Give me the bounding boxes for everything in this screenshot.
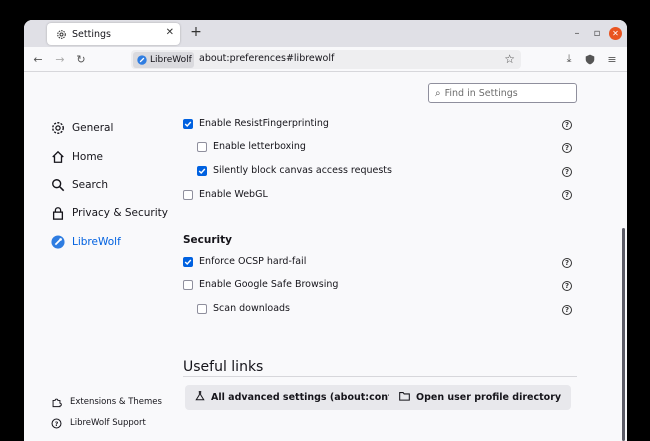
search-placeholder: Find in Settings [444,87,518,99]
checkbox-label: Enable WebGL [199,189,268,200]
checkbox-label: Enable letterboxing [213,141,306,152]
url-bar[interactable]: LibreWolf about:preferences#librewolf ☆ [131,50,521,69]
sidebar-item-label: Privacy & Security [72,207,168,219]
checkbox-label: Scan downloads [213,303,291,314]
folder-icon [399,391,410,404]
identity-badge[interactable]: LibreWolf [133,51,194,68]
sidebar-footer-label: Extensions & Themes [70,397,162,407]
checkbox-webgl[interactable] [183,189,193,200]
forward-icon[interactable]: → [52,51,68,67]
reload-icon[interactable]: ↻ [73,51,89,67]
checkbox-label: Enable Google Safe Browsing [199,279,339,290]
help-icon[interactable]: ? [562,143,572,153]
help-icon[interactable]: ? [562,190,572,200]
checkbox-row[interactable]: Enable ResistFingerprinting [183,118,329,129]
nav-bar: ← → ↻ LibreWolf about:preferences#librew… [24,47,627,72]
sidebar-footer-extensions[interactable]: Extensions & Themes [50,396,162,408]
sidebar-item-label: General [72,122,114,134]
librewolf-logo-icon [50,234,66,250]
tab-label: Settings [72,28,111,40]
section-heading-useful-links: Useful links [183,359,264,375]
menu-icon[interactable]: ≡ [604,51,620,67]
url-text[interactable]: about:preferences#librewolf [199,53,334,64]
sidebar-item-home[interactable]: Home [50,149,103,165]
checkbox-ocsp[interactable] [183,256,193,267]
help-icon[interactable]: ? [562,281,572,291]
flask-icon [195,391,205,404]
checkbox-label: Enforce OCSP hard-fail [199,256,307,267]
sidebar-item-librewolf[interactable]: LibreWolf [50,234,121,250]
librewolf-logo-icon [137,54,147,65]
checkbox-row[interactable]: Enforce OCSP hard-fail [183,256,306,267]
help-icon[interactable]: ? [562,305,572,315]
home-icon [50,149,66,165]
help-icon[interactable]: ? [562,120,572,130]
checkbox-resist-fingerprinting[interactable] [183,118,193,129]
gear-icon [50,120,66,136]
checkbox-row[interactable]: Enable Google Safe Browsing [183,279,338,290]
search-input[interactable]: ⌕ Find in Settings [428,83,577,103]
gear-icon [55,28,67,40]
help-icon[interactable]: ? [562,167,572,177]
bookmark-star-icon[interactable]: ☆ [504,52,515,66]
window-close-icon[interactable]: ✕ [609,27,622,40]
divider [183,376,577,377]
button-label: All advanced settings (about:config) [211,392,407,403]
puzzle-icon [50,396,62,408]
checkbox-row[interactable]: Scan downloads [197,303,290,314]
button-label: Open user profile directory [416,392,562,403]
checkbox-row[interactable]: Enable WebGL [183,189,268,200]
back-icon[interactable]: ← [30,51,46,67]
new-tab-icon[interactable]: + [188,24,204,40]
help-icon: ? [50,417,62,429]
sidebar-item-privacy[interactable]: Privacy & Security [50,205,168,221]
about-config-button[interactable]: All advanced settings (about:config) [185,385,417,410]
sidebar-item-search[interactable]: Search [50,177,108,193]
lock-icon [50,205,66,221]
search-icon: ⌕ [435,87,441,99]
shield-icon[interactable] [582,51,598,67]
sidebar-item-label: LibreWolf [72,236,121,248]
checkbox-row[interactable]: Enable letterboxing [197,141,306,152]
section-heading-security: Security [183,234,233,246]
checkbox-letterboxing[interactable] [197,141,207,152]
scrollbar[interactable] [622,228,625,441]
sidebar-item-general[interactable]: General [50,120,113,136]
checkbox-row[interactable]: Silently block canvas access requests [197,165,392,176]
open-profile-button[interactable]: Open user profile directory [389,385,572,410]
search-icon [50,177,66,193]
checkbox-block-canvas[interactable] [197,165,207,176]
identity-label: LibreWolf [150,54,192,65]
maximize-icon[interactable]: ▫ [590,26,604,40]
sidebar-footer-label: LibreWolf Support [70,418,146,428]
sidebar-item-label: Home [72,151,104,163]
minimize-icon[interactable]: – [570,26,584,40]
help-icon[interactable]: ? [562,258,572,268]
tab-bar: Settings ✕ + – ▫ ✕ [24,20,627,47]
checkbox-scan-downloads[interactable] [197,303,207,314]
checkbox-label: Enable ResistFingerprinting [199,118,329,129]
close-tab-icon[interactable]: ✕ [166,27,174,38]
checkbox-safe-browsing[interactable] [183,279,193,290]
checkbox-label: Silently block canvas access requests [213,165,392,176]
sidebar-footer-support[interactable]: ? LibreWolf Support [50,417,146,429]
browser-window: Settings ✕ + – ▫ ✕ ← → ↻ LibreWolf about… [24,20,627,441]
tab-settings[interactable]: Settings ✕ [47,23,180,45]
svg-text:?: ? [54,420,58,427]
sidebar-item-label: Search [72,179,109,191]
preferences-content: ⌕ Find in Settings General Home Search P… [24,73,627,441]
downloads-icon[interactable]: ⤓ [561,51,577,67]
